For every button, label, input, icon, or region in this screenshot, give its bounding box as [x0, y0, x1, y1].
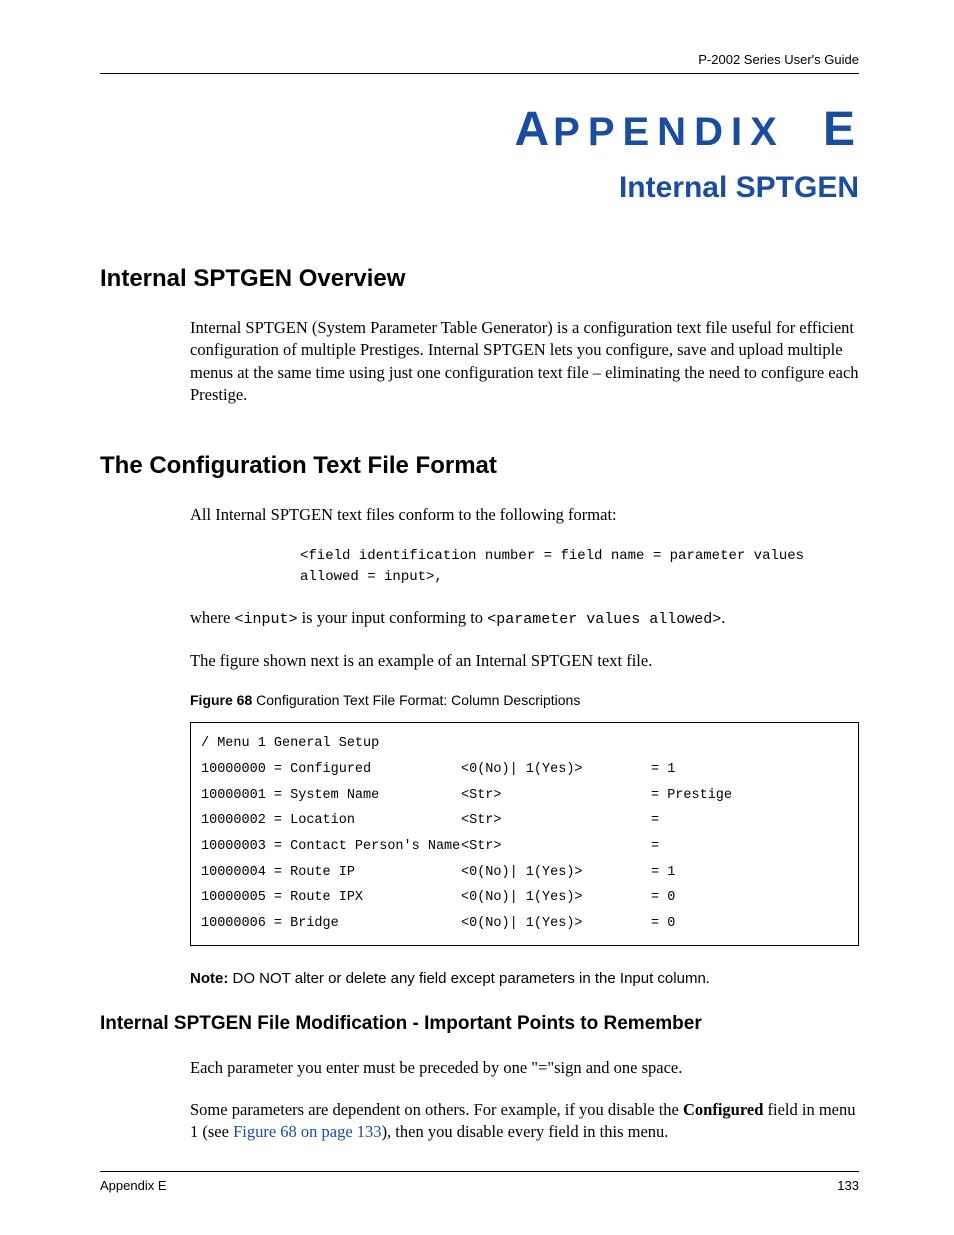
text-span: where: [190, 608, 234, 627]
text-span: ), then you disable every field in this …: [382, 1122, 669, 1141]
code-row: 10000004 = Route IP<0(No)| 1(Yes)> = 1: [201, 860, 848, 886]
mono-input: <input>: [234, 611, 297, 628]
page-footer: Appendix E 133: [100, 1171, 859, 1193]
figure-label: Figure 68: [190, 692, 252, 708]
code-col-allowed: <Str>: [461, 783, 651, 809]
code-row: 10000006 = Bridge<0(No)| 1(Yes)>= 0: [201, 911, 848, 937]
figure-crossref-link[interactable]: Figure 68 on page 133: [233, 1122, 381, 1141]
footer-left: Appendix E: [100, 1178, 167, 1193]
code-row: 10000000 = Configured<0(No)| 1(Yes)> = 1: [201, 757, 848, 783]
code-col-allowed: <0(No)| 1(Yes)>: [461, 757, 651, 783]
note-label: Note:: [190, 970, 233, 987]
code-col-value: = 0: [651, 911, 848, 937]
code-col-allowed: <0(No)| 1(Yes)>: [461, 860, 651, 886]
section-heading-overview: Internal SPTGEN Overview: [100, 265, 859, 293]
code-row: 10000003 = Contact Person's Name<Str> =: [201, 834, 848, 860]
code-col-allowed: <Str>: [461, 808, 651, 834]
code-col-value: =: [651, 808, 848, 834]
code-col-allowed: <0(No)| 1(Yes)>: [461, 885, 651, 911]
appendix-title: APPENDIX E: [100, 102, 859, 157]
code-col-id: 10000001 = System Name: [201, 783, 461, 809]
code-col-id: 10000003 = Contact Person's Name: [201, 834, 461, 860]
text-span: is your input conforming to: [297, 608, 487, 627]
code-row: 10000001 = System Name<Str> = Prestige: [201, 783, 848, 809]
format-code-snippet: <field identification number = field nam…: [300, 546, 859, 587]
code-header-line: / Menu 1 General Setup: [201, 731, 848, 757]
header-rule: [100, 73, 859, 74]
code-col-value: =: [651, 834, 848, 860]
code-col-id: 10000006 = Bridge: [201, 911, 461, 937]
config-file-example-box: / Menu 1 General Setup 10000000 = Config…: [190, 722, 859, 945]
subsection-heading-modification: Internal SPTGEN File Modification - Impo…: [100, 1013, 859, 1035]
format-example-paragraph: The figure shown next is an example of a…: [190, 650, 859, 672]
figure-caption: Figure 68 Configuration Text File Format…: [190, 692, 859, 708]
format-intro-paragraph: All Internal SPTGEN text files conform t…: [190, 504, 859, 526]
code-col-allowed: <0(No)| 1(Yes)>: [461, 911, 651, 937]
format-where-paragraph: where <input> is your input conforming t…: [190, 607, 859, 630]
code-col-id: 10000005 = Route IPX: [201, 885, 461, 911]
code-col-id: 10000004 = Route IP: [201, 860, 461, 886]
text-span: .: [721, 608, 725, 627]
code-col-id: 10000002 = Location: [201, 808, 461, 834]
overview-paragraph: Internal SPTGEN (System Parameter Table …: [190, 317, 859, 406]
appendix-letter-e: E: [823, 103, 859, 156]
section-heading-format: The Configuration Text File Format: [100, 452, 859, 480]
code-col-allowed: <Str>: [461, 834, 651, 860]
appendix-word: PPENDIX: [553, 110, 785, 154]
figure-caption-text: Configuration Text File Format: Column D…: [252, 692, 580, 708]
code-row: 10000002 = Location<Str> =: [201, 808, 848, 834]
code-col-value: = 1: [651, 757, 848, 783]
header-guide-name: P-2002 Series User's Guide: [100, 52, 859, 67]
code-col-value: = 1: [651, 860, 848, 886]
bold-configured: Configured: [683, 1100, 763, 1119]
appendix-subtitle: Internal SPTGEN: [100, 171, 859, 205]
footer-rule: [100, 1171, 859, 1172]
code-col-value: = 0: [651, 885, 848, 911]
modification-para1: Each parameter you enter must be precede…: [190, 1057, 859, 1079]
footer-page-number: 133: [837, 1178, 859, 1193]
code-col-id: 10000000 = Configured: [201, 757, 461, 783]
modification-para2: Some parameters are dependent on others.…: [190, 1099, 859, 1144]
code-col-value: = Prestige: [651, 783, 848, 809]
text-span: Some parameters are dependent on others.…: [190, 1100, 683, 1119]
note-text: DO NOT alter or delete any field except …: [233, 970, 710, 987]
mono-param: <parameter values allowed>: [487, 611, 721, 628]
code-row: 10000005 = Route IPX<0(No)| 1(Yes)>= 0: [201, 885, 848, 911]
appendix-letter-a: A: [514, 103, 553, 156]
note-block: Note: DO NOT alter or delete any field e…: [190, 970, 859, 987]
